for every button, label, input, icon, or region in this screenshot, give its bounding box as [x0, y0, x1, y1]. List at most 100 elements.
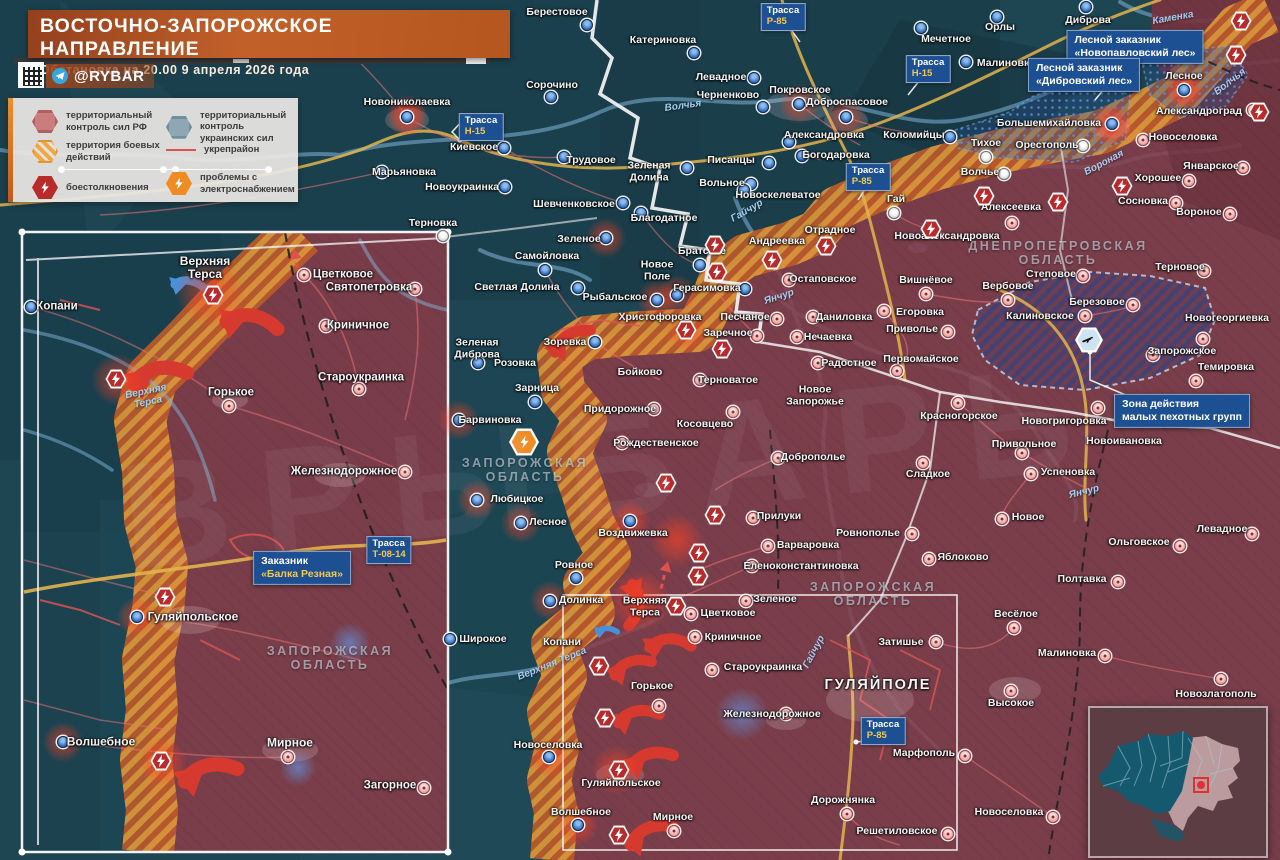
town-marker — [1224, 208, 1236, 220]
town-label: Киевское — [450, 142, 498, 154]
town-marker — [1008, 622, 1020, 634]
town-label: Копани — [543, 637, 581, 649]
town-label: Успеновка — [1041, 467, 1095, 479]
town-label: ГУЛЯЙПОЛЕ — [825, 678, 932, 694]
town-marker — [1047, 811, 1059, 823]
town-marker — [1246, 528, 1258, 540]
town-label: Цветковое — [701, 608, 756, 620]
town-marker — [748, 72, 760, 84]
clash-icon-face — [156, 589, 173, 604]
town-label: Отрадное — [805, 225, 856, 237]
town-label: Лесное — [529, 517, 567, 529]
road-number: Н-15 — [465, 127, 498, 138]
town-marker — [891, 365, 903, 377]
power-radiance — [330, 623, 370, 663]
town-label: Прилуки — [757, 511, 802, 523]
town-label: Бойково — [618, 367, 663, 379]
clash-icon — [595, 709, 616, 728]
town-label: Заречное — [703, 328, 752, 340]
town-marker — [807, 311, 819, 323]
clash-icon-face — [107, 371, 124, 386]
town-marker — [757, 101, 769, 113]
town-marker — [25, 301, 37, 313]
clash-icon — [589, 657, 610, 676]
town-label: Придорожное — [584, 404, 656, 416]
town-label: Верхняя Терса — [623, 595, 667, 618]
situation-map: ВРЫБАРЬ ВОСТОЧНО-ЗАПОРОЖСКОЕ НАПРАВЛЕНИЕ… — [0, 0, 1280, 860]
town-marker — [688, 47, 700, 59]
inf-icon-face — [1078, 330, 1101, 351]
town-marker — [1002, 294, 1014, 306]
town-label: Решетиловское — [857, 826, 938, 838]
town-marker — [942, 326, 954, 338]
town-label: Гуляйпольское — [148, 610, 239, 623]
clash-icon-face — [152, 753, 169, 768]
town-marker — [444, 633, 456, 645]
town-label: Песчаное — [720, 312, 769, 324]
town-marker — [409, 283, 421, 295]
town-marker — [558, 151, 570, 163]
town-marker — [915, 22, 927, 34]
brand-handle: @RYBAR — [74, 68, 144, 85]
town-label: Первомайское — [883, 354, 959, 366]
town-label: Староукраинка — [724, 662, 803, 674]
town-marker — [498, 142, 510, 154]
town-marker — [841, 808, 853, 820]
town-marker — [1190, 375, 1202, 387]
legend-clash-label: боестолкновения — [66, 182, 149, 193]
town-marker — [1099, 650, 1111, 662]
town-marker — [840, 111, 852, 123]
town-label: Широкое — [459, 634, 506, 646]
town-label: Диброва — [1065, 15, 1110, 27]
town-label: Косовцево — [677, 419, 733, 431]
town-marker — [471, 494, 483, 506]
town-label: Зеленое — [557, 234, 600, 246]
town-label: Рыбальское — [583, 292, 648, 304]
river-label: Верхняя Терса — [516, 645, 588, 683]
town-label: Тихое — [971, 138, 1001, 150]
town-label: Терновка — [409, 218, 457, 230]
town-marker — [320, 320, 332, 332]
town-label: Новогеоргиевка — [1185, 313, 1269, 325]
town-label: Черненково — [697, 90, 759, 102]
town-marker — [668, 825, 680, 837]
town-label: Александроград — [1156, 106, 1242, 118]
town-label: Весёлое — [994, 609, 1038, 621]
town-label: Сорочино — [526, 80, 578, 92]
clash-icon-face — [763, 252, 780, 267]
town-label: Березовое — [1069, 297, 1125, 309]
clash-icon-face — [713, 341, 730, 356]
town-marker — [401, 111, 413, 123]
town-label: Малиновка — [1038, 648, 1096, 660]
clash-icon — [712, 340, 733, 359]
clash-icon-face — [975, 188, 992, 203]
town-marker — [653, 700, 665, 712]
town-marker — [635, 207, 647, 219]
region-label: ЗАПОРОЖСКАЯ ОБЛАСТЬ — [267, 644, 393, 672]
clash-icon — [203, 286, 224, 305]
town-marker — [917, 457, 929, 469]
town-marker — [942, 828, 954, 840]
town-marker — [539, 264, 551, 276]
river-label: Каменка — [1152, 9, 1195, 27]
town-marker — [996, 513, 1008, 525]
town-marker — [131, 611, 143, 623]
town-label: Вороное — [1176, 207, 1221, 219]
town-marker — [543, 751, 555, 763]
town-marker — [1178, 84, 1190, 96]
town-label: Приволье — [886, 324, 938, 336]
power-icon-face — [512, 431, 537, 453]
power-legend-icon — [166, 172, 192, 195]
clash-icon-face — [657, 475, 674, 490]
clash-icon-face — [610, 827, 627, 842]
town-marker — [888, 207, 900, 219]
clash-icon — [106, 370, 127, 389]
town-label: Радостное — [821, 358, 876, 370]
town-marker — [694, 374, 706, 386]
town-marker — [763, 157, 775, 169]
town-label: Малиновка — [977, 58, 1035, 70]
town-marker — [1005, 685, 1017, 697]
town-marker — [1112, 576, 1124, 588]
town-marker — [223, 400, 235, 412]
town-label: Барвиновка — [458, 415, 521, 427]
